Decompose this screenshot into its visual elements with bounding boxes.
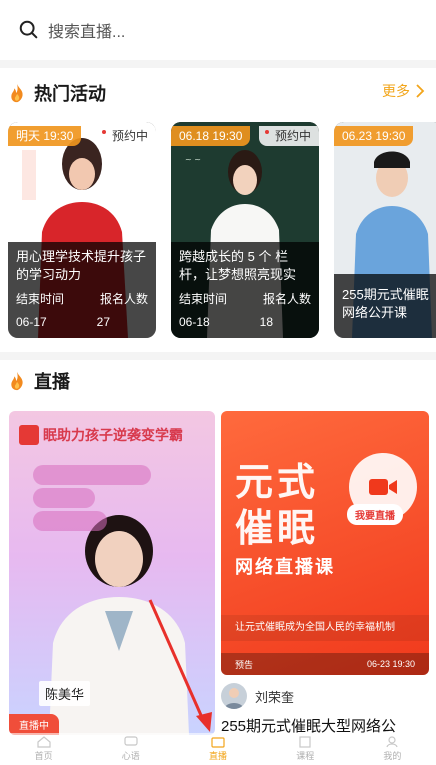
tab-label: 直播 — [209, 751, 228, 761]
live-card[interactable]: 元式 催眠 我要直播 网络直播课 让元式催眠成为全国人民的幸福机制 预告 06-… — [221, 411, 429, 675]
activity-card[interactable]: 06.23 19:30 255期元式催眠网络公开课 — [334, 122, 436, 338]
card-date: 06.23 19:30 — [334, 126, 414, 146]
activity-card[interactable]: 明天 19:30 预约中 用心理学技术提升孩子的学习动力 结束时间 报名人数 06… — [8, 122, 156, 338]
tab-courses[interactable]: 课程 — [262, 733, 349, 765]
chat-icon — [124, 736, 138, 746]
host-name: 陈美华 — [39, 681, 91, 706]
svg-text:~ ~: ~ ~ — [185, 155, 201, 164]
poster-subtitle: 网络直播课 — [235, 557, 335, 577]
schedule-time: 06-23 19:30 — [366, 659, 415, 669]
signup-count: 18 — [259, 315, 273, 329]
user-icon — [386, 736, 398, 748]
bullet-line — [33, 511, 107, 531]
poster-slogan: 让元式催眠成为全国人民的幸福机制 — [221, 615, 429, 641]
divider — [0, 352, 436, 360]
card-date: 06.18 19:30 — [171, 126, 251, 146]
bullet-list — [33, 465, 151, 534]
card-status: 预约中 — [258, 126, 319, 146]
tab-label: 首页 — [34, 751, 53, 761]
signup-count: 27 — [96, 315, 110, 329]
chevron-right-icon — [416, 84, 425, 98]
schedule-strip: 预告 06-23 19:30 — [221, 653, 429, 675]
card-title: 跨越成长的 5 个 栏杆，让梦想照亮现实 — [179, 249, 297, 282]
avatar — [221, 683, 247, 709]
more-label: 更多 — [382, 83, 410, 99]
hot-section-title: 热门活动 — [34, 84, 106, 104]
flame-icon — [11, 371, 23, 391]
end-label: 结束时间 — [179, 292, 228, 306]
live-headline: 眠助力孩子逆袭变学霸 — [19, 425, 183, 445]
search-input[interactable]: 搜索直播... — [48, 18, 125, 42]
card-title: 用心理学技术提升孩子的学习动力 — [16, 249, 147, 282]
card-status: 预约中 — [95, 126, 156, 146]
hot-section-header: 热门活动 — [6, 80, 106, 106]
bullet-line — [33, 465, 151, 485]
tab-home[interactable]: 首页 — [0, 733, 87, 765]
divider — [0, 60, 436, 68]
live-card[interactable]: 眠助力孩子逆袭变学霸 陈美华 直播中 — [9, 411, 215, 735]
poster-title-line2: 催眠 — [235, 508, 320, 550]
tab-bar: 首页 心语 直播 课程 我的 — [0, 733, 436, 765]
live-status-badge: 直播中 — [9, 714, 59, 735]
bullet-line — [33, 488, 95, 508]
go-live-button[interactable]: 我要直播 — [347, 504, 403, 525]
flame-icon — [11, 83, 23, 103]
card-info: 跨越成长的 5 个 栏杆，让梦想照亮现实 结束时间 报名人数 06-18 18 — [171, 242, 319, 338]
more-link[interactable]: 更多 — [382, 81, 426, 101]
tab-heart-talk[interactable]: 心语 — [87, 733, 174, 765]
author-name: 刘荣奎 — [255, 689, 295, 705]
tab-live[interactable]: 直播 — [174, 733, 261, 765]
tab-label: 课程 — [296, 751, 315, 761]
end-label: 结束时间 — [16, 292, 65, 306]
activity-card[interactable]: ~ ~ 06.18 19:30 预约中 跨越成长的 5 个 栏杆，让梦想照亮现实… — [171, 122, 319, 338]
author-row[interactable]: 刘荣奎 — [221, 683, 294, 709]
search-icon — [19, 20, 38, 39]
live-tv-icon — [211, 737, 225, 748]
live-section-header: 直播 — [6, 368, 70, 394]
end-date: 06-17 — [16, 315, 47, 329]
preview-label: 预告 — [235, 659, 254, 670]
card-info: 255期元式催眠网络公开课 — [334, 274, 436, 338]
tab-label: 我的 — [383, 751, 402, 761]
live-headline-text: 眠助力孩子逆袭变学霸 — [43, 427, 183, 443]
count-label: 报名人数 — [99, 292, 148, 306]
tab-profile[interactable]: 我的 — [349, 733, 436, 765]
home-icon — [36, 736, 51, 748]
card-date: 明天 19:30 — [8, 126, 82, 146]
count-label: 报名人数 — [262, 292, 311, 306]
card-info: 用心理学技术提升孩子的学习动力 结束时间 报名人数 06-17 27 — [8, 242, 156, 338]
video-camera-icon — [369, 479, 397, 495]
tab-label: 心语 — [121, 751, 140, 761]
book-icon — [299, 736, 311, 748]
end-date: 06-18 — [179, 315, 210, 329]
live-section-title: 直播 — [34, 372, 70, 392]
card-title: 255期元式催眠网络公开课 — [342, 287, 429, 320]
search-bar[interactable]: 搜索直播... — [0, 0, 436, 60]
chart-icon — [19, 425, 39, 445]
